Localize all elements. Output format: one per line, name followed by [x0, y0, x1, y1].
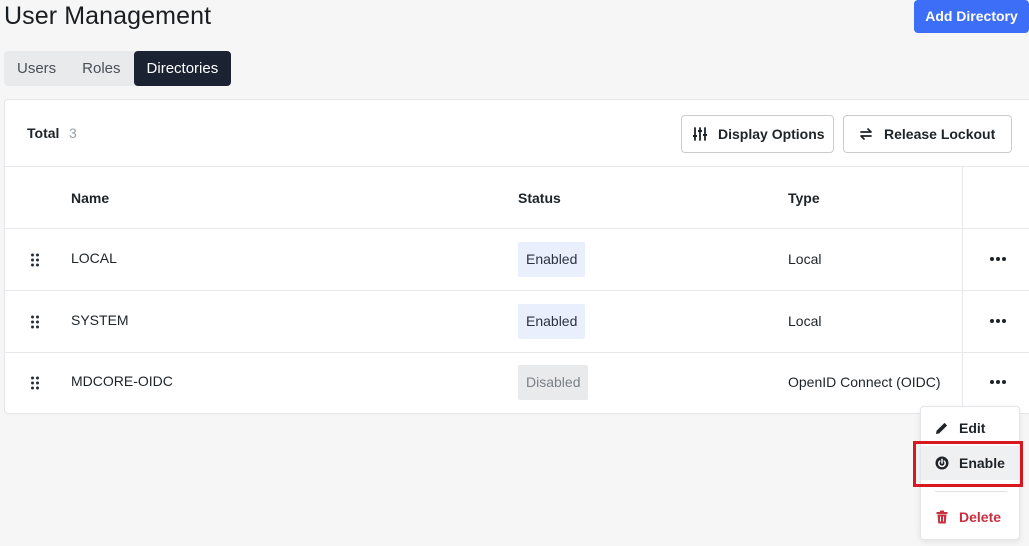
menu-item-label: Delete — [959, 509, 1002, 525]
menu-item-edit[interactable]: Edit — [921, 411, 1019, 445]
tab-bar: Users Roles Directories — [4, 51, 232, 86]
add-directory-button[interactable]: Add Directory — [914, 0, 1029, 33]
menu-item-delete[interactable]: Delete — [921, 500, 1019, 534]
release-lockout-label: Release Lockout — [884, 126, 996, 142]
menu-divider — [935, 491, 1007, 492]
drag-handle-icon[interactable] — [30, 376, 40, 390]
directory-name: SYSTEM — [71, 312, 129, 328]
menu-item-label: Edit — [959, 420, 986, 436]
more-horizontal-icon[interactable] — [988, 313, 1008, 329]
status-badge: Disabled — [518, 365, 589, 400]
directories-card: Total 3 Display Options Release Lockout … — [4, 99, 1029, 414]
table-header: Name Status Type — [5, 167, 1029, 229]
drag-handle-icon[interactable] — [30, 253, 40, 267]
status-badge: Enabled — [518, 242, 586, 277]
tab-directories[interactable]: Directories — [133, 51, 232, 86]
column-status[interactable]: Status — [518, 190, 561, 206]
swap-icon — [860, 128, 872, 140]
menu-item-label: Enable — [959, 455, 1005, 471]
menu-item-enable[interactable]: Enable — [921, 446, 1019, 480]
table-row[interactable]: LOCAL Enabled Local — [5, 229, 1029, 291]
directory-name: MDCORE-OIDC — [71, 373, 173, 389]
tab-roles[interactable]: Roles — [69, 51, 133, 86]
tab-users[interactable]: Users — [4, 51, 69, 86]
column-type[interactable]: Type — [788, 190, 820, 206]
page-title: User Management — [4, 2, 212, 30]
trash-icon — [936, 510, 948, 524]
table-toolbar: Total 3 Display Options Release Lockout — [5, 100, 1029, 167]
pencil-icon — [936, 422, 948, 434]
release-lockout-button[interactable]: Release Lockout — [843, 115, 1012, 153]
total-count: 3 — [69, 125, 77, 141]
drag-handle-icon[interactable] — [30, 315, 40, 329]
directory-type: OpenID Connect (OIDC) — [788, 374, 941, 390]
total-label: Total — [27, 125, 60, 141]
directory-type: Local — [788, 313, 822, 329]
more-horizontal-icon[interactable] — [988, 374, 1008, 390]
display-options-button[interactable]: Display Options — [681, 115, 834, 153]
table-row[interactable]: MDCORE-OIDC Disabled OpenID Connect (OID… — [5, 352, 1029, 414]
display-options-label: Display Options — [718, 126, 825, 142]
directory-type: Local — [788, 251, 822, 267]
directory-name: LOCAL — [71, 250, 117, 266]
sliders-icon — [693, 127, 707, 141]
table-row[interactable]: SYSTEM Enabled Local — [5, 291, 1029, 353]
status-badge: Enabled — [518, 304, 586, 339]
more-horizontal-icon[interactable] — [988, 251, 1008, 267]
column-name[interactable]: Name — [71, 190, 109, 206]
power-icon — [935, 456, 949, 470]
row-actions-menu: Edit Enable Delete — [920, 406, 1020, 540]
